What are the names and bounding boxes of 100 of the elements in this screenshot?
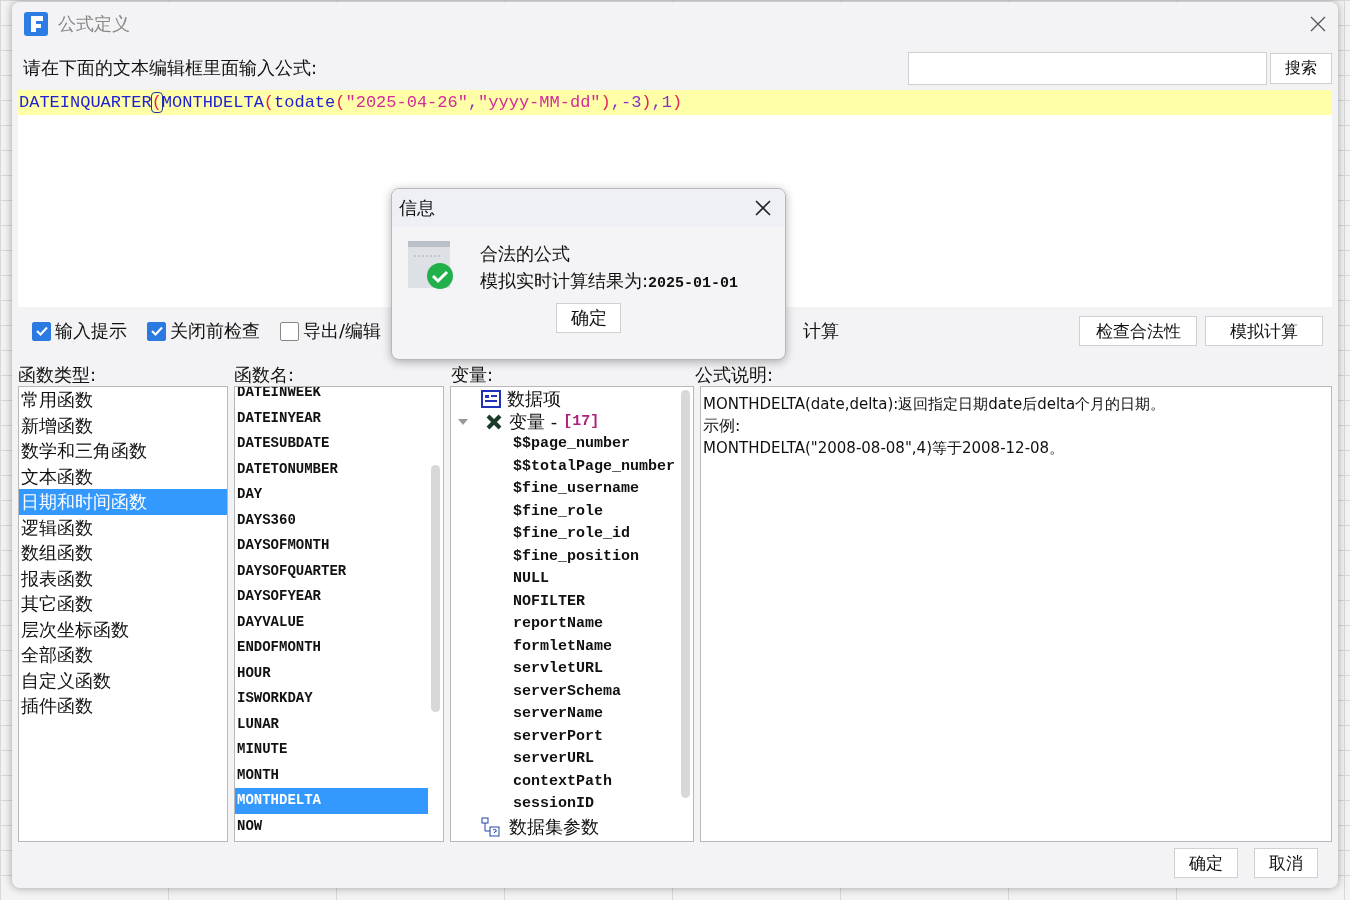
action-button[interactable]: 模拟计算 xyxy=(1205,316,1323,346)
tree-node[interactable]: serverURL xyxy=(513,748,594,771)
tree-count: [17] xyxy=(563,413,600,430)
message-text: 合法的公式 xyxy=(480,242,571,266)
formula-token: MONTHDELTA xyxy=(161,93,264,112)
list-item[interactable]: DAYSOFMONTH xyxy=(235,533,428,559)
description-text: 示例: xyxy=(703,415,741,437)
dialog-button[interactable]: 确定 xyxy=(1174,848,1238,878)
tree-node[interactable]: 数据集参数 xyxy=(509,815,599,839)
dialog-button[interactable]: 取消 xyxy=(1254,848,1318,878)
list-item[interactable]: 插件函数 xyxy=(19,693,227,719)
formula-token: todate xyxy=(274,93,336,112)
formula-token: ,-3 xyxy=(610,93,642,112)
tree-node[interactable]: 数据项 xyxy=(507,387,561,411)
list-item[interactable]: 数学和三角函数 xyxy=(19,438,227,464)
expand-arrow-icon[interactable] xyxy=(457,417,469,426)
close-icon[interactable] xyxy=(1310,16,1326,32)
tree-node[interactable]: $$page_number xyxy=(513,433,631,456)
tree-node[interactable]: serverName xyxy=(513,703,603,726)
tree-node[interactable]: servletURL xyxy=(513,658,603,681)
formula-token: ) xyxy=(600,93,611,112)
formula-token: ,1 xyxy=(651,93,672,112)
panel-label: 公式说明: xyxy=(695,364,774,385)
list-icon xyxy=(481,389,501,408)
tree-node[interactable]: serverPort xyxy=(513,725,603,748)
ok-button[interactable]: 确定 xyxy=(556,303,621,333)
app-logo-icon xyxy=(24,12,48,36)
list-item[interactable]: DAYSOFQUARTER xyxy=(235,558,428,584)
list-item[interactable]: DAY xyxy=(235,482,428,508)
checkbox[interactable] xyxy=(280,321,299,341)
tree-node[interactable]: $$totalPage_number xyxy=(513,455,676,478)
list-item[interactable]: 文本函数 xyxy=(19,463,227,489)
tree-node[interactable]: NULL xyxy=(513,568,549,591)
list-item[interactable]: DATETONUMBER xyxy=(235,456,428,482)
list-item[interactable]: 新增函数 xyxy=(19,412,227,438)
action-button[interactable]: 检查合法性 xyxy=(1079,316,1197,346)
list-item[interactable]: 其它函数 xyxy=(19,591,227,617)
formula-token: ( xyxy=(151,93,162,112)
scrollbar-thumb[interactable] xyxy=(431,465,440,712)
formula-token: ( xyxy=(335,93,346,112)
list-item[interactable]: ISWORKDAY xyxy=(235,686,428,712)
formula-token: DATEINQUARTER xyxy=(19,93,152,112)
tree-node[interactable]: $fine_username xyxy=(513,478,640,501)
list-item[interactable]: DATEINYEAR xyxy=(235,405,428,431)
window-title: 公式定义 xyxy=(58,12,130,36)
list-item[interactable]: MINUTE xyxy=(235,737,428,763)
checkmark-icon xyxy=(34,324,49,338)
panel-label: 函数类型: xyxy=(18,364,97,385)
list-item[interactable]: LUNAR xyxy=(235,711,428,737)
tree-node[interactable]: $fine_position xyxy=(513,545,640,568)
tree-node[interactable]: $fine_role xyxy=(513,500,603,523)
list-item[interactable]: DAYSOFYEAR xyxy=(235,584,428,610)
close-icon[interactable] xyxy=(755,200,771,216)
formula-token: , xyxy=(467,93,479,112)
list-item[interactable]: 自定义函数 xyxy=(19,667,227,693)
list-item[interactable]: MONTH xyxy=(235,762,428,788)
checkmark-icon xyxy=(149,324,164,338)
checkbox-label: 导出/编辑 xyxy=(303,319,382,343)
list-item[interactable]: 逻辑函数 xyxy=(19,514,227,540)
checkbox[interactable] xyxy=(32,321,51,341)
description-text: MONTHDELTA("2008-08-08",4)等于2008-12-08。 xyxy=(703,438,1065,459)
tree-node[interactable]: NOFILTER xyxy=(513,590,585,613)
tree-node[interactable]: contextPath xyxy=(513,770,613,793)
formula-token: "yyyy-MM-dd" xyxy=(478,93,601,112)
list-item[interactable]: 层次坐标函数 xyxy=(19,616,227,642)
result-label: 模拟实时计算结果为: xyxy=(480,269,649,293)
list-item[interactable]: ENDOFMONTH xyxy=(235,635,428,661)
list-item[interactable]: DATEINWEEK xyxy=(235,387,428,406)
dialog-title: 信息 xyxy=(399,196,435,220)
checkbox[interactable] xyxy=(147,321,166,341)
list-item[interactable]: 全部函数 xyxy=(19,642,227,668)
formula-token: ) xyxy=(641,93,652,112)
description-text: MONTHDELTA(date,delta):返回指定日期date后delta个月的日期。 xyxy=(703,394,1166,415)
list-item[interactable]: 数组函数 xyxy=(19,540,227,566)
scrollbar-thumb[interactable] xyxy=(681,390,690,798)
success-icon xyxy=(408,239,454,289)
list-item[interactable]: 常用函数 xyxy=(19,387,227,413)
result-value: 2025-01-01 xyxy=(648,275,739,292)
list-item[interactable]: DATESUBDATE xyxy=(235,431,428,457)
checkbox-label: 关闭前检查 xyxy=(170,319,260,343)
tree-node[interactable]: formletName xyxy=(513,635,613,658)
list-item[interactable]: DAYS360 xyxy=(235,507,428,533)
checkbox-label: 输入提示 xyxy=(55,319,127,343)
list-item[interactable]: 报表函数 xyxy=(19,565,227,591)
tree-node[interactable]: serverSchema xyxy=(513,680,622,703)
hierarchy-icon xyxy=(481,817,503,837)
tree-node[interactable]: reportName xyxy=(513,613,603,636)
tree-node[interactable]: sessionID xyxy=(513,793,594,816)
tree-node[interactable]: $fine_role_id xyxy=(513,523,631,546)
option-label: 计算 xyxy=(803,319,840,343)
panel-label: 变量: xyxy=(451,364,494,385)
formula-token: ) xyxy=(671,93,683,112)
formula-token: "2025-04-26" xyxy=(345,93,468,112)
search-button[interactable]: 搜索 xyxy=(1270,52,1332,84)
search-field[interactable] xyxy=(908,51,1267,85)
list-item[interactable]: HOUR xyxy=(235,660,428,686)
list-item[interactable]: DAYVALUE xyxy=(235,609,428,635)
prompt-label: 请在下面的文本编辑框里面输入公式: xyxy=(23,56,318,80)
list-item[interactable]: NOW xyxy=(235,813,428,839)
tree-node[interactable]: 变量 - xyxy=(509,409,558,434)
